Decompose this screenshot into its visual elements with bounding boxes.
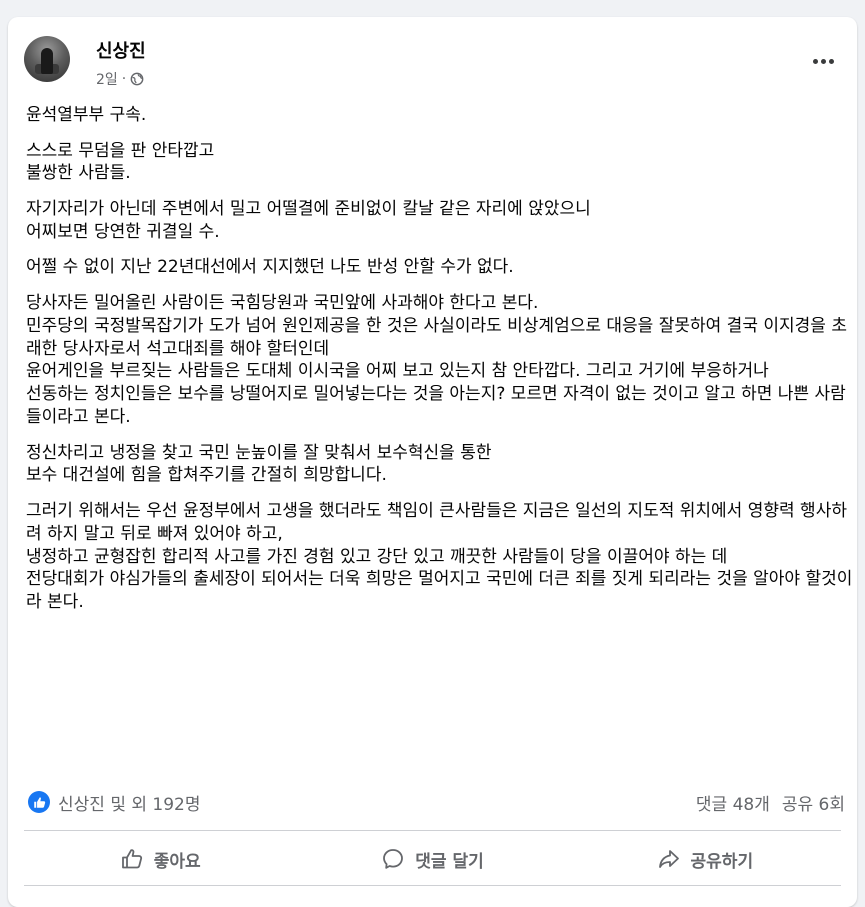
more-options-icon[interactable]: [809, 51, 837, 71]
divider: [24, 830, 841, 831]
dot: [828, 58, 834, 64]
comment-bubble-icon: [383, 849, 404, 869]
shares-count[interactable]: 공유 6회: [782, 790, 845, 815]
reactions-count: 신상진 및 외 192명: [58, 794, 201, 815]
engagement-counts: 댓글 48개 공유 6회: [696, 790, 845, 815]
dot: [820, 58, 826, 64]
globe-icon[interactable]: [130, 72, 144, 86]
post-paragraph: 당사자든 밀어올린 사람이든 국힘당원과 국민앞에 사과해야 한다고 본다. 민…: [26, 292, 847, 427]
post-paragraph: 스스로 무덤을 판 안타깝고 불쌍한 사람들.: [26, 140, 215, 184]
avatar-photo-figure: [41, 48, 53, 74]
share-button[interactable]: 공유하기: [569, 837, 841, 881]
post-stats: 신상진 및 외 192명 댓글 48개 공유 6회: [28, 788, 845, 816]
reactions-summary[interactable]: 신상진 및 외 192명: [28, 790, 201, 815]
author-avatar[interactable]: [24, 36, 70, 82]
like-button[interactable]: 좋아요: [24, 837, 296, 881]
post-paragraph: 윤석열부부 구속.: [26, 105, 147, 125]
comment-label: 댓글 달기: [415, 851, 484, 872]
comment-button[interactable]: 댓글 달기: [296, 837, 568, 881]
post-card: 신상진 2일 · 윤석열부부 구속. 스스로 무덤을 판 안타깝고 불쌍한 사람…: [8, 17, 857, 907]
share-label: 공유하기: [690, 851, 754, 872]
divider: [24, 885, 841, 886]
post-paragraph: 정신차리고 냉정을 찾고 국민 눈높이를 잘 맞춰서 보수혁신을 통한 보수 대…: [26, 442, 492, 486]
like-reaction-icon: [28, 791, 50, 813]
post-body: 윤석열부부 구속. 스스로 무덤을 판 안타깝고 불쌍한 사람들. 자기자리가 …: [26, 104, 854, 627]
thumbs-up-icon: [121, 849, 142, 869]
post-paragraph: 그러기 위해서는 우선 윤정부에서 고생을 했더라도 책임이 큰사람들은 지금은…: [26, 500, 853, 613]
post-actions: 좋아요 댓글 달기 공유하기: [24, 837, 841, 881]
like-label: 좋아요: [153, 851, 201, 872]
post-paragraph: 자기자리가 아닌데 주변에서 밀고 어떨결에 준비없이 칼날 같은 자리에 앉았…: [26, 198, 591, 242]
post-time[interactable]: 2일: [96, 69, 118, 89]
author-name[interactable]: 신상진: [96, 37, 146, 63]
share-arrow-icon: [658, 850, 679, 868]
dot: [812, 58, 818, 64]
meta-separator: ·: [121, 71, 127, 87]
post-meta: 2일 ·: [96, 69, 144, 89]
comments-count[interactable]: 댓글 48개: [696, 790, 770, 815]
post-paragraph: 어쩔 수 없이 지난 22년대선에서 지지했던 나도 반성 안할 수가 없다.: [26, 257, 514, 278]
